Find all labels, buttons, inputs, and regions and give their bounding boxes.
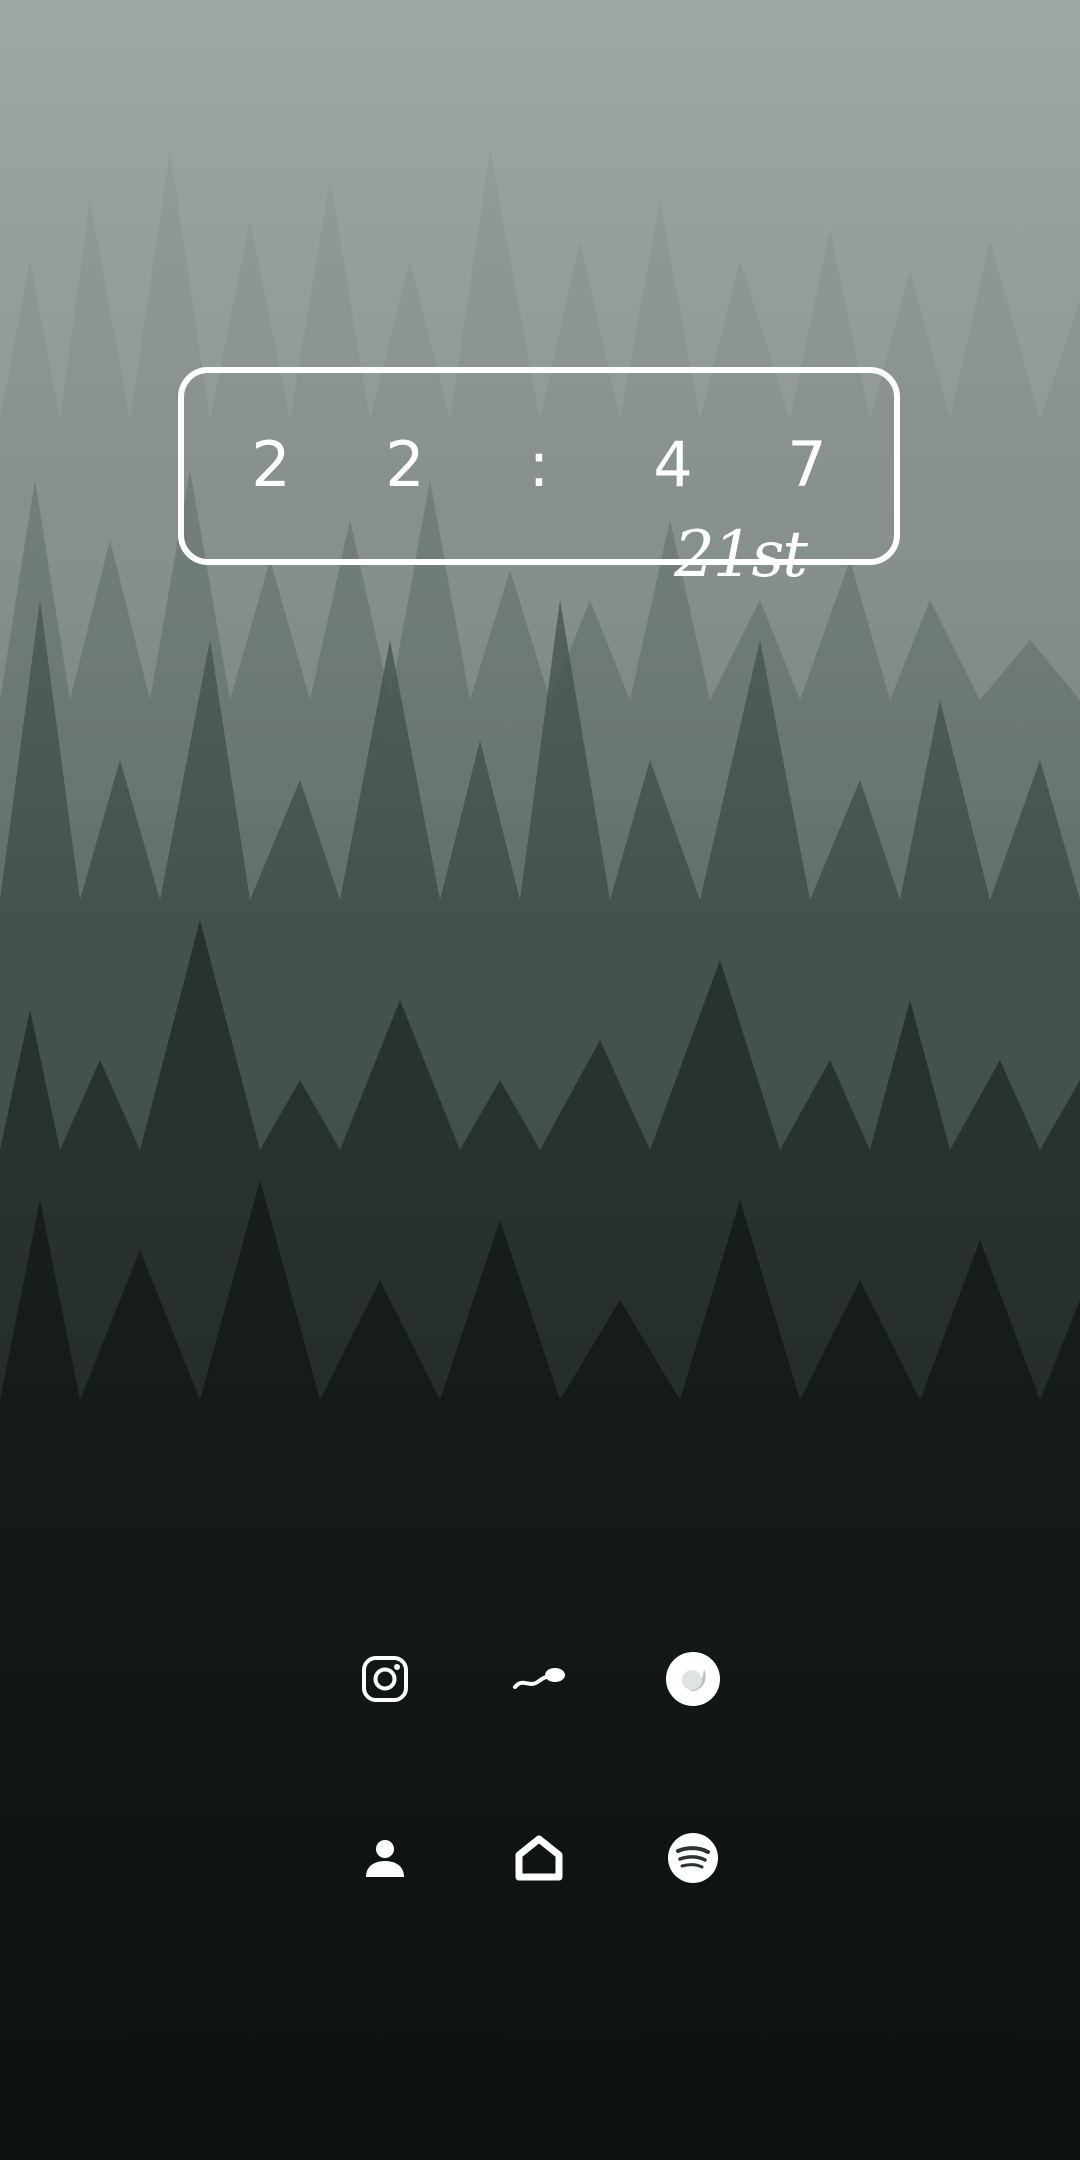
contacts-person-icon xyxy=(364,1837,406,1879)
sperm-swim-icon xyxy=(511,1663,567,1695)
clock-separator: : xyxy=(528,427,550,501)
instagram-icon xyxy=(361,1655,409,1703)
clock-hour-ones: 2 xyxy=(385,427,425,501)
instagram-app[interactable] xyxy=(355,1649,415,1709)
contacts-app[interactable] xyxy=(355,1828,415,1888)
clock-date[interactable]: 21st xyxy=(650,520,830,590)
spotify-icon xyxy=(667,1832,719,1884)
sperm-swim-app[interactable] xyxy=(509,1649,569,1709)
home-app[interactable] xyxy=(509,1828,569,1888)
clock-minute-tens: 4 xyxy=(653,427,693,501)
clock-hour-tens: 2 xyxy=(251,427,291,501)
home-icon xyxy=(515,1835,563,1881)
clock-minute-ones: 7 xyxy=(787,427,827,501)
spotify-app[interactable] xyxy=(663,1828,723,1888)
circle-app[interactable] xyxy=(663,1649,723,1709)
circle-app-icon xyxy=(665,1651,721,1707)
